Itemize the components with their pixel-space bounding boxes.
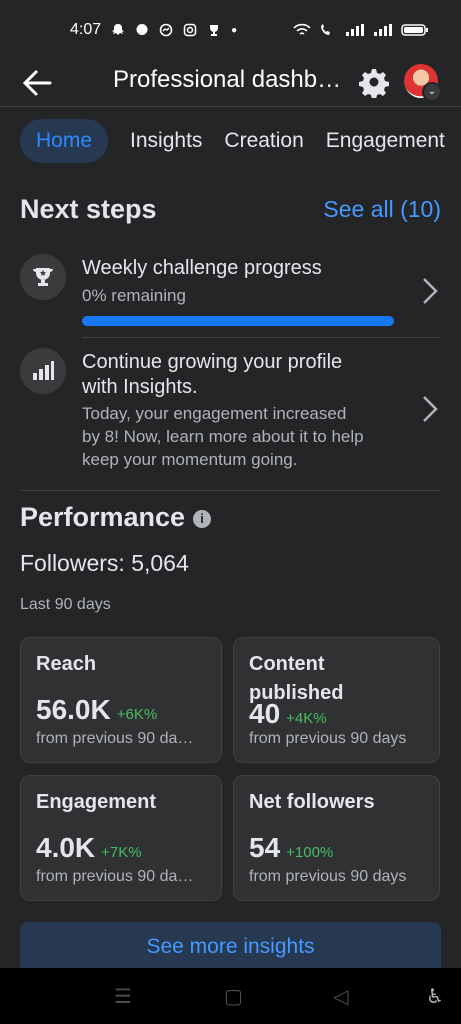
date-range: Last 90 days	[20, 596, 111, 613]
step-title: Weekly challenge progress	[82, 257, 322, 279]
status-bar: 4:07 ●	[0, 0, 461, 60]
content-published-card[interactable]: Content published 40 +4K% from previous 9…	[233, 637, 440, 763]
signal-icon	[346, 24, 364, 36]
home-square-icon[interactable]: ▢	[224, 984, 243, 1009]
wifi-icon	[293, 23, 311, 35]
signal-icon-2	[374, 24, 392, 36]
tab-engagement[interactable]: Engagement	[326, 129, 445, 153]
net-followers-card[interactable]: Net followers 54 +100% from previous 90 d…	[233, 775, 440, 901]
card-value-row: 56.0K +6K%	[36, 694, 157, 726]
card-title-line1: Content	[249, 653, 325, 675]
step-desc-line2: by 8! Now, learn more about it to help	[82, 427, 364, 446]
trophy-icon	[20, 254, 66, 300]
engagement-card[interactable]: Engagement 4.0K +7K% from previous 90 da…	[20, 775, 222, 901]
tab-home[interactable]: Home	[20, 119, 109, 163]
performance-title: Performance	[20, 502, 186, 532]
system-nav-bar: ☰ ▢ ◁ ♿	[0, 968, 461, 1024]
card-value: 56.0K	[36, 694, 111, 725]
step-title-line2: with Insights.	[82, 376, 198, 398]
card-title: Reach	[36, 653, 97, 675]
info-icon[interactable]: i	[193, 509, 212, 528]
header-divider	[0, 106, 461, 107]
chevron-down-icon[interactable]: ⌄	[422, 82, 442, 102]
card-note: from previous 90 days	[249, 868, 407, 885]
card-note: from previous 90 da…	[36, 868, 194, 885]
notification-dot-icon: ●	[231, 24, 238, 36]
card-delta: +100%	[286, 844, 334, 861]
card-note: from previous 90 da…	[36, 730, 194, 747]
performance-heading: Performance i	[20, 502, 212, 533]
card-title: Net followers	[249, 791, 375, 813]
card-value: 4.0K	[36, 832, 96, 863]
card-note: from previous 90 days	[249, 730, 407, 747]
chat-icon	[136, 24, 148, 35]
see-all-link[interactable]: See all (10)	[323, 196, 441, 223]
next-steps-heading: Next steps	[20, 194, 157, 224]
bar-chart-icon	[20, 348, 66, 394]
see-more-insights-button[interactable]: See more insights	[20, 922, 441, 970]
back-arrow-icon[interactable]	[20, 66, 54, 100]
tab-bar: Home Insights Creation Engagement	[20, 118, 445, 164]
accessibility-icon[interactable]: ♿	[426, 984, 444, 1009]
progress-fill	[82, 316, 394, 326]
step-desc-line1: Today, your engagement increased	[82, 404, 347, 423]
card-delta: +7K%	[101, 844, 142, 861]
step-divider	[82, 337, 440, 338]
step-subtitle: 0% remaining	[82, 286, 186, 305]
top-bar: Professional dashb… ⌄	[0, 58, 461, 106]
tab-insights[interactable]: Insights	[130, 129, 202, 153]
battery-icon	[401, 24, 428, 36]
avatar[interactable]: ⌄	[404, 64, 442, 102]
page-title: Professional dashb…	[113, 66, 342, 93]
chevron-right-icon	[423, 396, 438, 422]
card-title: Engagement	[36, 791, 157, 813]
followers-count: Followers: 5,064	[20, 550, 189, 576]
volte-call-icon	[321, 24, 330, 35]
messenger-icon	[159, 23, 173, 37]
card-value-row: 40 +4K%	[249, 698, 327, 730]
tab-creation[interactable]: Creation	[224, 129, 303, 153]
card-value: 40	[249, 698, 281, 729]
section-divider	[20, 490, 440, 491]
card-delta: +6K%	[116, 706, 158, 723]
instagram-icon	[183, 23, 197, 37]
step-desc-line3: keep your momentum going.	[82, 450, 298, 469]
menu-icon[interactable]: ☰	[114, 984, 132, 1009]
step-title-line1: Continue growing your profile	[82, 351, 343, 373]
status-time: 4:07	[70, 21, 102, 38]
card-value-row: 4.0K +7K%	[36, 832, 142, 864]
reach-card[interactable]: Reach 56.0K +6K% from previous 90 da…	[20, 637, 222, 763]
card-value-row: 54 +100%	[249, 832, 333, 864]
trophy-icon	[210, 25, 219, 36]
back-triangle-icon[interactable]: ◁	[333, 984, 348, 1009]
challenge-progress-bar	[82, 316, 394, 326]
snapchat-icon	[112, 24, 125, 35]
chevron-right-icon	[423, 278, 438, 304]
gear-icon[interactable]	[358, 66, 390, 98]
card-delta: +4K%	[286, 710, 327, 727]
card-value: 54	[249, 832, 281, 863]
